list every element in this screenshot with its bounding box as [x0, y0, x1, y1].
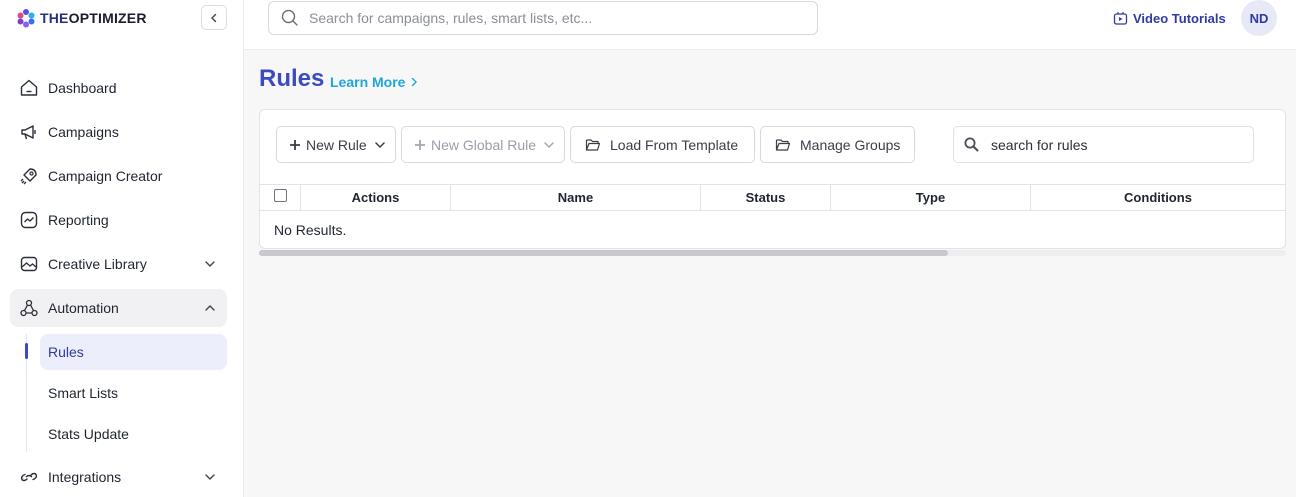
new-global-rule-label: New Global Rule — [431, 136, 537, 153]
global-search-input[interactable]: Search for campaigns, rules, smart lists… — [268, 1, 818, 35]
column-header-type[interactable]: Type — [831, 185, 1031, 210]
collapse-sidebar-button[interactable] — [201, 5, 227, 30]
select-all-checkbox[interactable] — [273, 189, 287, 202]
sidebar-item-label: Creative Library — [48, 256, 147, 272]
sidebar-item-automation[interactable]: Automation — [10, 289, 227, 327]
video-icon — [1113, 11, 1128, 25]
sidebar-subitem-smart-lists[interactable]: Smart Lists — [40, 375, 227, 411]
video-tutorials-label: Video Tutorials — [1133, 10, 1226, 26]
sidebar-subitem-stats-update[interactable]: Stats Update — [40, 416, 227, 452]
chevron-down-icon — [205, 261, 215, 267]
learn-more-link[interactable]: Learn More — [330, 74, 419, 90]
select-all-cell — [260, 185, 301, 210]
search-icon — [964, 137, 979, 152]
global-search-placeholder: Search for campaigns, rules, smart lists… — [309, 10, 593, 26]
sidebar: THEOPTIMIZER Dashboard Campaigns Campaig… — [0, 0, 244, 497]
image-icon — [19, 254, 39, 274]
brand-logo[interactable]: THEOPTIMIZER — [16, 8, 147, 28]
sidebar-item-label: Reporting — [48, 212, 109, 228]
rules-panel: New Rule New Global Rule Load From Templ… — [259, 109, 1286, 249]
chevron-right-icon — [412, 77, 418, 87]
plus-icon — [290, 139, 300, 150]
chevron-down-icon — [374, 141, 385, 148]
new-rule-label: New Rule — [306, 136, 367, 153]
new-rule-button[interactable]: New Rule — [276, 126, 396, 163]
new-global-rule-button[interactable]: New Global Rule — [401, 126, 565, 163]
folder-open-icon — [585, 138, 601, 151]
video-tutorials-link[interactable]: Video Tutorials — [1113, 10, 1226, 26]
search-icon — [281, 9, 298, 26]
chevron-up-icon — [205, 305, 215, 311]
sidebar-item-campaign-creator[interactable]: Campaign Creator — [10, 157, 227, 195]
megaphone-icon — [19, 122, 39, 142]
load-from-template-label: Load From Template — [610, 136, 739, 153]
manage-groups-button[interactable]: Manage Groups — [760, 126, 915, 163]
rules-search-input[interactable]: search for rules — [953, 126, 1254, 163]
page-title: Rules — [259, 65, 325, 92]
home-icon — [19, 78, 39, 98]
sidebar-subitem-label: Smart Lists — [48, 385, 119, 401]
plus-icon — [415, 139, 425, 150]
column-header-actions[interactable]: Actions — [301, 185, 451, 210]
learn-more-label: Learn More — [330, 74, 406, 90]
rules-search-value: search for rules — [991, 136, 1088, 153]
link-icon — [19, 467, 39, 487]
sidebar-subitem-rules[interactable]: Rules — [40, 334, 227, 370]
folder-open-icon — [775, 138, 791, 151]
column-header-name[interactable]: Name — [451, 185, 701, 210]
sidebar-item-label: Campaigns — [48, 124, 119, 140]
manage-groups-label: Manage Groups — [800, 136, 901, 153]
topbar: Search for campaigns, rules, smart lists… — [244, 0, 1296, 50]
empty-table-message: No Results. — [274, 222, 347, 238]
sidebar-subitem-label: Stats Update — [48, 426, 129, 442]
sidebar-item-creative-library[interactable]: Creative Library — [10, 245, 227, 283]
chevron-down-icon — [544, 141, 554, 148]
column-header-status[interactable]: Status — [701, 185, 831, 210]
rules-table-header: Actions Name Status Type Conditions — [260, 184, 1285, 211]
column-header-conditions[interactable]: Conditions — [1031, 185, 1285, 210]
sidebar-item-dashboard[interactable]: Dashboard — [10, 69, 227, 107]
sidebar-item-label: Integrations — [48, 469, 122, 485]
brand-name: THEOPTIMIZER — [40, 10, 147, 26]
chevron-left-icon — [211, 13, 217, 22]
chart-line-icon — [19, 210, 39, 230]
user-avatar[interactable]: ND — [1241, 0, 1277, 36]
sidebar-subitem-label: Rules — [48, 344, 84, 360]
optimizer-logo-icon — [17, 9, 35, 28]
load-from-template-button[interactable]: Load From Template — [570, 126, 755, 163]
sidebar-item-label: Dashboard — [48, 80, 117, 96]
automation-icon — [19, 298, 39, 318]
scrollbar-thumb[interactable] — [259, 250, 948, 256]
horizontal-scrollbar[interactable] — [259, 250, 1286, 256]
chevron-down-icon — [205, 474, 215, 480]
rocket-icon — [19, 166, 39, 186]
sidebar-item-integrations[interactable]: Integrations — [10, 458, 227, 496]
sidebar-item-label: Automation — [48, 300, 119, 316]
sidebar-item-reporting[interactable]: Reporting — [10, 201, 227, 239]
active-submenu-marker — [25, 343, 28, 359]
sidebar-item-campaigns[interactable]: Campaigns — [10, 113, 227, 151]
sidebar-item-label: Campaign Creator — [48, 168, 163, 184]
avatar-initials: ND — [1249, 10, 1269, 26]
